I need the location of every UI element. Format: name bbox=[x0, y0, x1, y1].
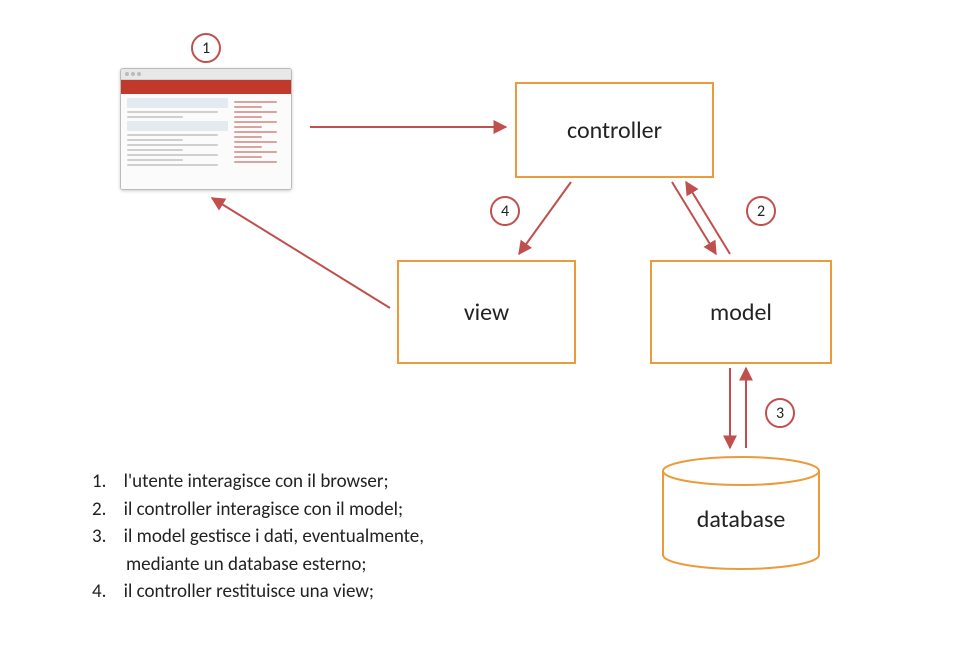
controller-box: controller bbox=[515, 82, 714, 178]
step-4-number: 4 bbox=[501, 202, 509, 221]
browser-chrome bbox=[121, 69, 291, 80]
view-label: view bbox=[464, 298, 509, 327]
database-cylinder: database bbox=[661, 455, 821, 573]
legend-item-4: 4. il controller restituisce una view; bbox=[92, 578, 552, 606]
view-box: view bbox=[397, 260, 576, 364]
legend: 1. l'utente interagisce con il browser; … bbox=[92, 468, 552, 606]
step-1-number: 1 bbox=[202, 39, 210, 58]
arrow-model-to-controller bbox=[686, 182, 730, 254]
step-marker-4: 4 bbox=[490, 196, 520, 226]
database-label: database bbox=[697, 505, 786, 534]
arrow-view-to-browser bbox=[212, 198, 390, 308]
model-label: model bbox=[710, 298, 772, 327]
legend-item-3: 3. il model gestisce i dati, eventualmen… bbox=[92, 523, 552, 578]
model-box: model bbox=[650, 260, 832, 364]
legend-item-1: 1. l'utente interagisce con il browser; bbox=[92, 468, 552, 496]
step-marker-2: 2 bbox=[746, 196, 776, 226]
arrow-controller-to-model bbox=[672, 182, 716, 254]
browser-mockup bbox=[120, 68, 292, 190]
step-marker-3: 3 bbox=[765, 398, 795, 428]
legend-item-2: 2. il controller interagisce con il mode… bbox=[92, 496, 552, 524]
arrow-controller-to-view bbox=[519, 182, 571, 254]
browser-header-bar bbox=[121, 80, 291, 94]
diagram-canvas: controller view model database 1 2 3 4 bbox=[0, 0, 970, 662]
browser-content bbox=[121, 94, 291, 190]
step-2-number: 2 bbox=[757, 202, 765, 221]
controller-label: controller bbox=[567, 116, 662, 145]
step-3-number: 3 bbox=[776, 404, 784, 423]
step-marker-1: 1 bbox=[191, 33, 221, 63]
